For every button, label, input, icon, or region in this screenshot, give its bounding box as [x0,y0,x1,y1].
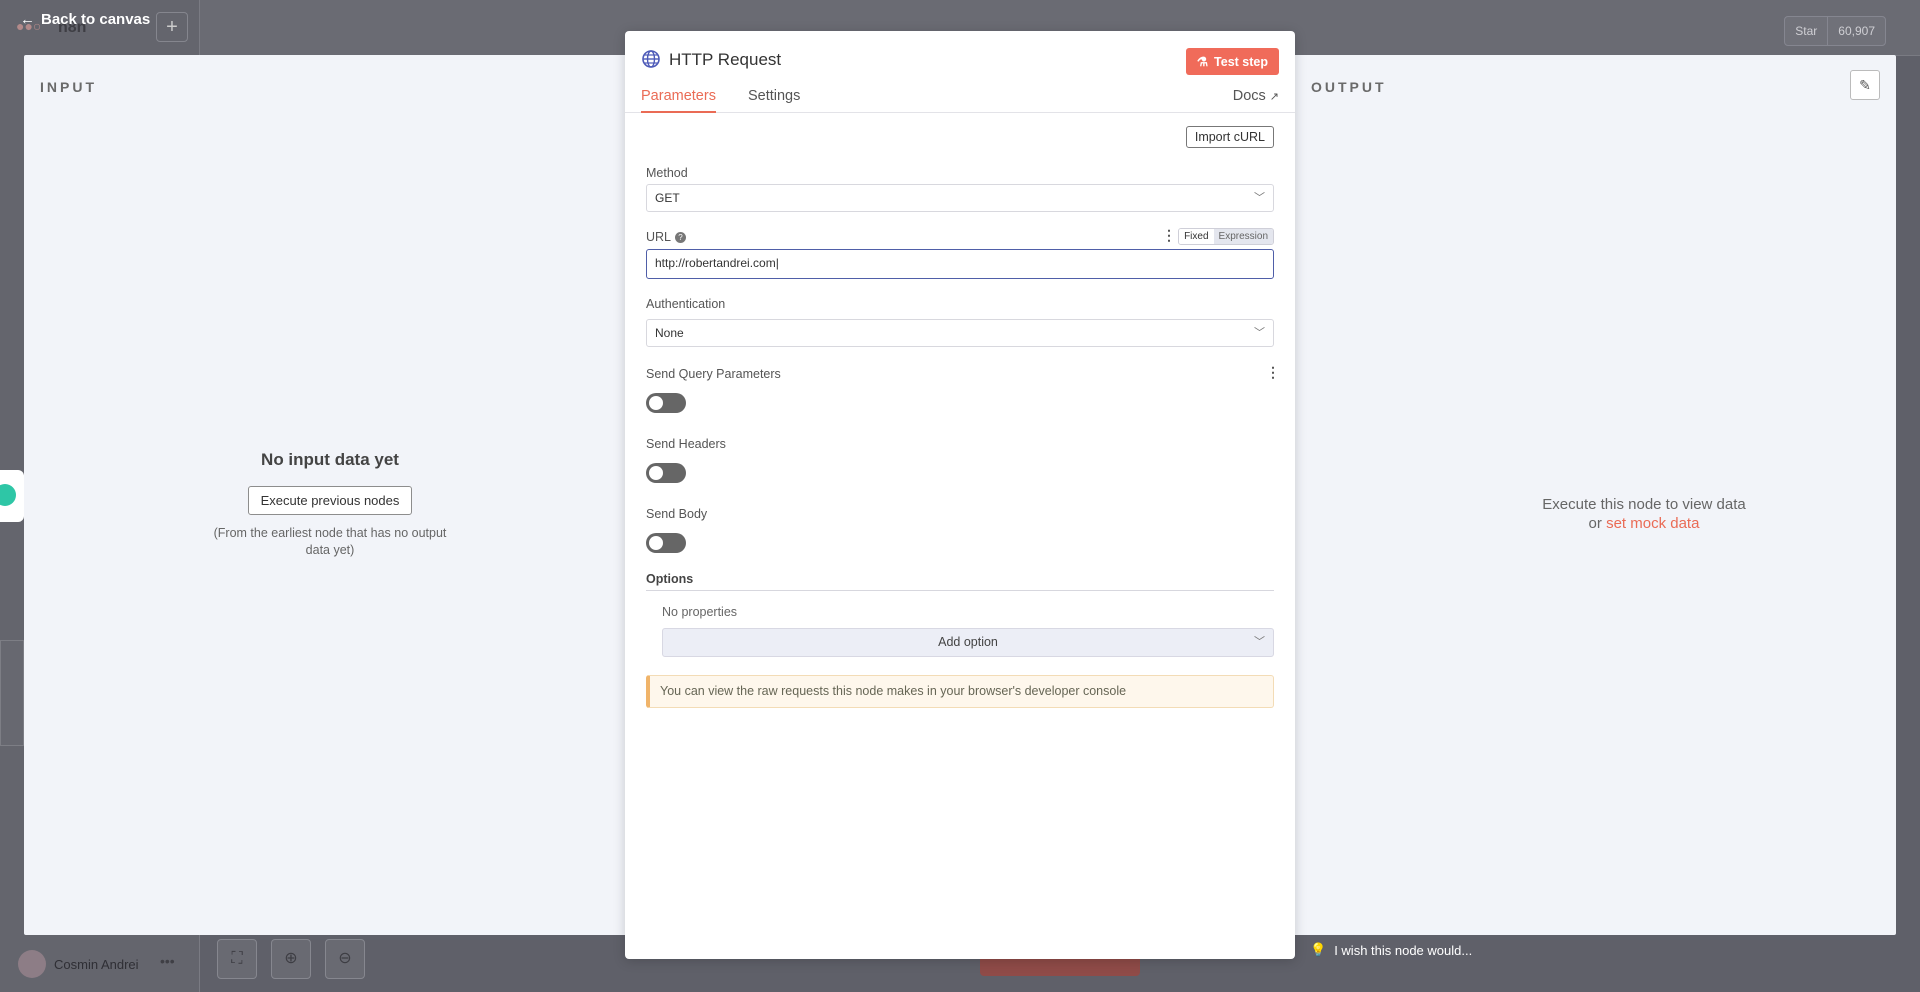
feedback-label: I wish this node would... [1334,942,1473,958]
fit-view-button[interactable]: ⛶ [217,939,257,979]
url-input[interactable]: http://robertandrei.com| [646,249,1274,279]
user-name: Cosmin Andrei [54,956,139,972]
url-options-icon[interactable]: ⋮ [1162,227,1176,244]
avatar [18,950,46,978]
github-star-label: Star [1795,24,1818,38]
set-mock-data-link[interactable]: set mock data [1606,515,1699,532]
node-parameters-modal: HTTP Request ⚗ Test step Parameters Sett… [625,31,1295,959]
pencil-icon: ✎ [1859,77,1871,93]
send-body-toggle[interactable] [646,533,686,553]
send-query-toggle[interactable] [646,393,686,413]
modal-header: HTTP Request ⚗ Test step Parameters Sett… [625,31,1295,113]
url-label: URL? [646,230,687,244]
execute-previous-nodes-button[interactable]: Execute previous nodes [247,486,413,515]
send-headers-toggle[interactable] [646,463,686,483]
side-indicator [0,470,24,522]
tab-parameters[interactable]: Parameters [641,88,716,113]
send-query-options-icon[interactable]: ⋮ [1266,364,1280,381]
arrow-left-icon: ← [20,11,35,28]
back-to-canvas-link[interactable]: ← Back to canvas [20,11,150,28]
globe-icon [642,50,660,68]
chevron-down-icon: ﹀ [1254,636,1265,648]
send-query-label: Send Query Parameters [646,367,781,381]
method-select[interactable]: GET ﹀ [646,184,1274,212]
url-value: http://robertandrei.com [655,256,776,270]
mode-expression[interactable]: Expression [1213,229,1273,244]
feedback-link[interactable]: 💡 I wish this node would... [1310,942,1472,958]
zoom-out-button[interactable]: ⊖ [325,939,365,979]
edit-output-button[interactable]: ✎ [1850,70,1880,100]
lightbulb-icon: 💡 [1310,942,1327,957]
zoom-in-button[interactable]: ⊕ [271,939,311,979]
docs-label: Docs [1232,88,1266,104]
url-label-text: URL [646,230,672,244]
send-body-label: Send Body [646,507,708,521]
authentication-label: Authentication [646,297,726,311]
back-label: Back to canvas [41,11,151,28]
indicator-dot-icon [0,484,16,506]
output-message: Execute this node to view data [1542,496,1746,513]
help-icon[interactable]: ? [675,232,687,243]
github-star-count: 60,907 [1827,17,1885,45]
add-option-button[interactable]: Add option ﹀ [662,628,1274,657]
authentication-value: None [655,326,684,340]
test-step-button[interactable]: ⚗ Test step [1185,48,1279,75]
background-card [0,640,24,746]
url-mode-toggle[interactable]: Fixed Expression [1178,228,1274,245]
add-workflow-button[interactable]: + [156,12,188,42]
test-step-label: Test step [1214,54,1268,69]
github-star-widget[interactable]: Star 60,907 [1784,16,1886,46]
input-panel-title: INPUT [40,79,97,95]
mode-fixed[interactable]: Fixed [1179,229,1214,244]
method-label: Method [646,166,688,180]
docs-link[interactable]: Docs ↗ [1233,88,1279,104]
chevron-down-icon: ﹀ [1254,327,1265,339]
tab-settings[interactable]: Settings [748,88,800,113]
node-tabs: Parameters Settings [641,88,800,113]
chevron-down-icon: ﹀ [1254,192,1265,204]
no-properties-text: No properties [662,605,738,619]
external-link-icon: ↗ [1269,90,1279,103]
developer-console-notice: You can view the raw requests this node … [646,675,1274,708]
options-header: Options [646,572,1274,591]
output-empty-state: Execute this node to view data or set mo… [1494,495,1794,533]
user-more-icon[interactable]: ••• [160,953,175,969]
add-option-label: Add option [938,635,998,649]
input-empty-hint: (From the earliest node that has no outp… [213,526,447,557]
input-empty-state: No input data yet Execute previous nodes… [24,450,636,559]
send-headers-label: Send Headers [646,437,726,451]
node-title[interactable]: HTTP Request [669,50,781,70]
import-curl-button[interactable]: Import cURL [1185,126,1274,148]
method-value: GET [655,191,680,205]
authentication-select[interactable]: None ﹀ [646,319,1274,347]
output-or: or [1588,515,1602,532]
input-empty-title: No input data yet [261,450,399,469]
user-menu[interactable]: Cosmin Andrei [18,950,139,978]
flask-icon: ⚗ [1196,55,1209,69]
output-panel-title: OUTPUT [1311,79,1387,95]
